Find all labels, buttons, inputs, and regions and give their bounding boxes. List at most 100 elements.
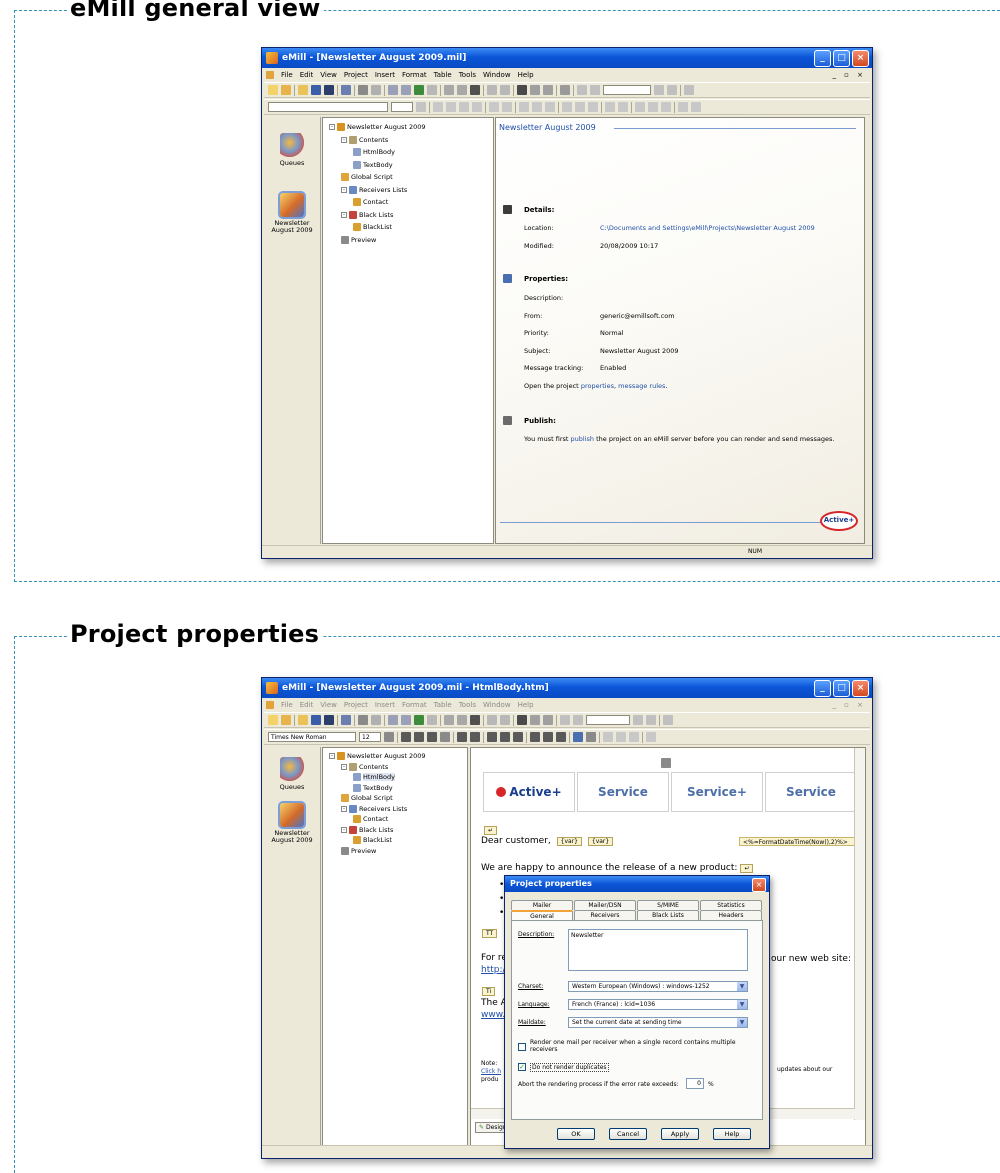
menu-window[interactable]: Window — [483, 701, 511, 709]
tree-item[interactable]: Preview — [341, 235, 376, 244]
home-icon[interactable] — [427, 85, 437, 95]
home-icon[interactable] — [427, 715, 437, 725]
new-project-icon[interactable] — [281, 85, 291, 95]
list-icon[interactable] — [457, 732, 467, 742]
menu-view[interactable]: View — [320, 701, 337, 709]
mdi-controls[interactable]: _ ▫ × — [832, 701, 866, 709]
frame-icon[interactable] — [575, 102, 585, 112]
tree-item[interactable]: Contact — [353, 198, 388, 206]
preview-icon[interactable] — [358, 715, 368, 725]
apply-button[interactable]: Apply — [661, 1128, 699, 1140]
cut-icon[interactable] — [444, 715, 454, 725]
nav-icon-2[interactable] — [648, 102, 658, 112]
language-select[interactable]: French (France) : lcid=1036 ▼ — [568, 999, 748, 1010]
tree-item[interactable]: - Receivers Lists — [341, 804, 407, 813]
dialog-title[interactable]: Project properties — [505, 876, 769, 892]
menu-tools[interactable]: Tools — [459, 71, 476, 79]
www-link[interactable]: www. — [481, 1010, 505, 1020]
location-link[interactable]: C:\Documents and Settings\eMill\Projects… — [600, 224, 815, 232]
record-field[interactable] — [603, 85, 651, 95]
first-record-icon[interactable] — [577, 85, 587, 95]
nav-icon-4[interactable] — [646, 732, 656, 742]
abort-rate-field[interactable]: 0 — [686, 1078, 704, 1089]
menu-file[interactable]: File — [281, 701, 293, 709]
font-size-select[interactable] — [391, 102, 413, 112]
tree-expander-icon[interactable]: - — [341, 211, 347, 218]
save-all-icon[interactable] — [324, 715, 334, 725]
find-icon[interactable] — [517, 85, 527, 95]
table-icon[interactable] — [530, 732, 540, 742]
check-icon[interactable] — [371, 85, 381, 95]
new-icon[interactable] — [268, 715, 278, 725]
menu-insert[interactable]: Insert — [375, 71, 395, 79]
maildate-select[interactable]: Set the current date at sending time ▼ — [568, 1017, 748, 1028]
tab-statistics[interactable]: Statistics — [700, 900, 762, 910]
tree-expander-icon[interactable]: - — [341, 805, 347, 812]
copy-icon[interactable] — [457, 715, 467, 725]
undo-icon[interactable] — [487, 85, 497, 95]
publish-link[interactable]: publish — [571, 435, 595, 443]
more-icon[interactable] — [684, 85, 694, 95]
help-button[interactable]: Help — [713, 1128, 751, 1140]
new-project-icon[interactable] — [281, 715, 291, 725]
align-left-icon[interactable] — [519, 102, 529, 112]
undo-icon[interactable] — [487, 715, 497, 725]
close-button[interactable]: × — [852, 50, 869, 67]
cut-icon[interactable] — [444, 85, 454, 95]
style-icon[interactable] — [384, 732, 394, 742]
tree-expander-icon[interactable]: - — [341, 826, 347, 833]
align-left-icon[interactable] — [487, 732, 497, 742]
underline-icon[interactable] — [427, 732, 437, 742]
font-name-select[interactable]: Times New Roman — [268, 732, 356, 742]
maximize-button[interactable]: □ — [833, 50, 850, 67]
redo-icon[interactable] — [500, 715, 510, 725]
prev-record-icon[interactable] — [573, 715, 583, 725]
title-bar[interactable]: eMill - [Newsletter August 2009.mil] _ □… — [262, 48, 872, 68]
menu-edit[interactable]: Edit — [300, 701, 314, 709]
save-icon[interactable] — [311, 85, 321, 95]
align-center-icon[interactable] — [532, 102, 542, 112]
bold-icon[interactable] — [433, 102, 443, 112]
numbered-list-icon[interactable] — [470, 732, 480, 742]
link-icon[interactable] — [605, 102, 615, 112]
title-bar[interactable]: eMill - [Newsletter August 2009.mil - Ht… — [262, 678, 872, 698]
nav-icon-3[interactable] — [661, 102, 671, 112]
nav-icon-1[interactable] — [603, 732, 613, 742]
tree-item[interactable]: TextBody — [353, 783, 393, 792]
copy-icon[interactable] — [457, 85, 467, 95]
menu-view[interactable]: View — [320, 71, 337, 79]
tree-expander-icon[interactable]: - — [341, 763, 347, 770]
refresh-icon[interactable] — [414, 85, 424, 95]
font-name-select[interactable] — [268, 102, 388, 112]
check-icon[interactable] — [371, 715, 381, 725]
menu-project[interactable]: Project — [344, 701, 368, 709]
leftbar-item-queues[interactable]: Queues — [264, 133, 320, 167]
refresh-icon[interactable] — [414, 715, 424, 725]
minimize-button[interactable]: _ — [814, 680, 831, 697]
table-icon[interactable] — [562, 102, 572, 112]
forward-icon[interactable] — [401, 715, 411, 725]
list-icon[interactable] — [489, 102, 499, 112]
spell-icon[interactable] — [543, 85, 553, 95]
description-field[interactable]: Newsletter — [568, 929, 748, 971]
forward-icon[interactable] — [401, 85, 411, 95]
frame-icon[interactable] — [543, 732, 553, 742]
menu-tools[interactable]: Tools — [459, 701, 476, 709]
menu-insert[interactable]: Insert — [375, 701, 395, 709]
tree-item[interactable]: HtmlBody — [353, 148, 395, 156]
next-record-icon[interactable] — [633, 715, 643, 725]
tree-expander-icon[interactable]: - — [329, 124, 335, 130]
save-icon[interactable] — [311, 715, 321, 725]
tree-item[interactable]: - Black Lists — [341, 825, 393, 834]
tree-item[interactable]: - Receivers Lists — [341, 185, 407, 194]
new-icon[interactable] — [268, 85, 278, 95]
menu-format[interactable]: Format — [402, 71, 427, 79]
menu-edit[interactable]: Edit — [300, 71, 314, 79]
menu-file[interactable]: File — [281, 71, 293, 79]
align-center-icon[interactable] — [500, 732, 510, 742]
one-mail-checkbox[interactable] — [518, 1043, 526, 1051]
tool-icon[interactable] — [560, 85, 570, 95]
link-icon[interactable] — [573, 732, 583, 742]
mdi-controls[interactable]: _ ▫ × — [832, 71, 866, 79]
open-icon[interactable] — [298, 715, 308, 725]
